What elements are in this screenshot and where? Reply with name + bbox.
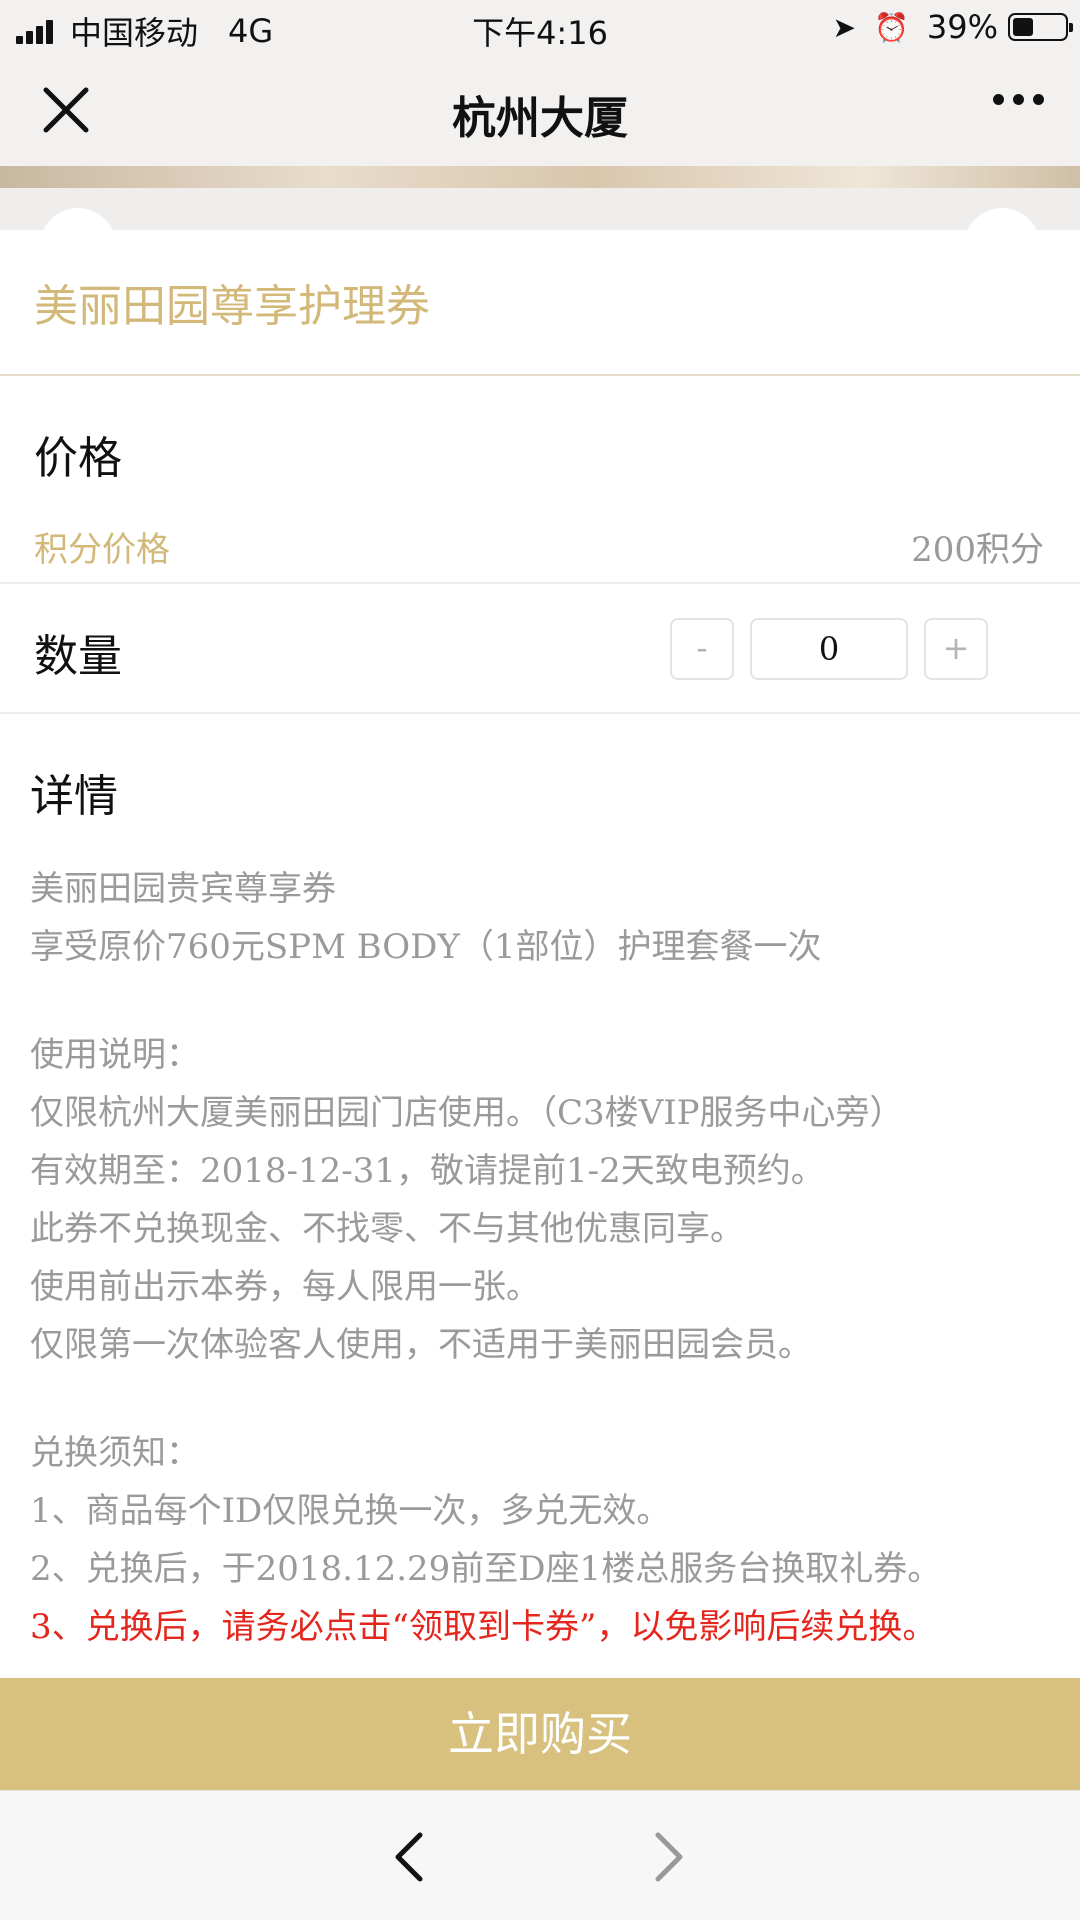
- page-title: 杭州大厦: [452, 93, 628, 144]
- nav-bar: 杭州大厦: [0, 54, 1080, 166]
- usage-line: 此券不兑换现金、不找零、不与其他优惠同享。: [30, 1209, 744, 1249]
- quantity-divider: [0, 712, 1080, 714]
- points-price-label: 积分价格: [34, 530, 170, 570]
- exchange-warning: 3、兑换后，请务必点击“领取到卡券”，以免影响后续兑换。: [30, 1607, 937, 1647]
- product-detail-content: 美丽田园尊享护理券 价格 积分价格 200积分 数量 - 0 + 详情 美丽田园…: [0, 230, 1080, 1678]
- status-bar: 中国移动 4G 下午4:16 ➤ ⏰ 39%: [0, 0, 1080, 54]
- quantity-heading: 数量: [34, 631, 122, 682]
- usage-line: 有效期至：2018-12-31，敬请提前1-2天致电预约。: [30, 1151, 825, 1191]
- details-text: 美丽田园贵宾尊享券 享受原价760元SPM BODY（1部位）护理套餐一次 使用…: [30, 860, 1060, 1656]
- usage-line: 仅限杭州大厦美丽田园门店使用。（C3楼VIP服务中心旁）: [30, 1093, 904, 1133]
- points-price-value: 200积分: [911, 530, 1044, 570]
- exchange-line: 2、兑换后，于2018.12.29前至D座1楼总服务台换取礼券。: [30, 1549, 942, 1589]
- more-icon[interactable]: [984, 94, 1044, 105]
- battery-percent: 39%: [926, 8, 998, 46]
- exchange-line: 1、商品每个ID仅限兑换一次，多兑无效。: [30, 1491, 671, 1531]
- exchange-title: 兑换须知：: [30, 1433, 200, 1473]
- buy-now-button[interactable]: 立即购买: [0, 1678, 1080, 1790]
- product-title: 美丽田园尊享护理券: [34, 281, 430, 332]
- usage-title: 使用说明：: [30, 1035, 200, 1075]
- location-arrow-icon: ➤: [832, 10, 856, 44]
- quantity-input[interactable]: 0: [750, 618, 908, 680]
- banner-image: [0, 166, 1080, 188]
- details-line: 美丽田园贵宾尊享券: [30, 869, 336, 909]
- chevron-left-icon[interactable]: [390, 1831, 430, 1883]
- battery-fill: [1013, 18, 1033, 36]
- banner-background: [0, 188, 1080, 230]
- details-heading: 详情: [30, 771, 118, 822]
- quantity-plus-button[interactable]: +: [924, 618, 988, 680]
- status-right: ➤ ⏰ 39%: [832, 8, 1073, 46]
- usage-line: 使用前出示本券，每人限用一张。: [30, 1267, 540, 1307]
- quantity-minus-button[interactable]: -: [670, 618, 734, 680]
- price-heading: 价格: [34, 433, 122, 484]
- browser-toolbar: [0, 1790, 1080, 1920]
- price-divider: [0, 582, 1080, 584]
- alarm-icon: ⏰: [874, 10, 909, 44]
- details-line: 享受原价760元SPM BODY（1部位）护理套餐一次: [30, 927, 822, 967]
- battery-icon: [1008, 13, 1073, 41]
- chevron-right-icon[interactable]: [648, 1831, 688, 1883]
- title-divider: [0, 374, 1080, 376]
- usage-line: 仅限第一次体验客人使用，不适用于美丽田园会员。: [30, 1325, 812, 1365]
